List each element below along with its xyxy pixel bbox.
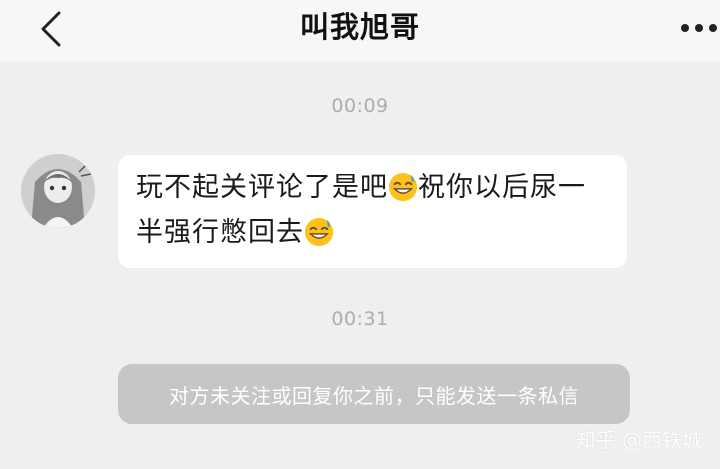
watermark: 知乎 @西铁城 xyxy=(575,428,702,452)
grinning-sweat-emoji-icon xyxy=(388,172,418,202)
system-notice: 对方未关注或回复你之前，只能发送一条私信 xyxy=(118,364,630,424)
more-button[interactable] xyxy=(672,8,720,48)
page-title: 叫我旭哥 xyxy=(299,10,420,44)
timestamp: 00:09 xyxy=(331,95,389,117)
grinning-sweat-emoji-icon xyxy=(304,217,334,247)
timestamp: 00:31 xyxy=(331,308,389,330)
more-dots-icon xyxy=(681,24,717,32)
anime-girl-avatar xyxy=(21,154,95,228)
avatar[interactable] xyxy=(21,154,95,228)
message-bubble[interactable]: 玩不起关评论了是吧 祝你以后尿一半强行憋回去 xyxy=(118,155,627,268)
notice-text: 对方未关注或回复你之前，只能发送一条私信 xyxy=(169,383,579,408)
message-text-part: 玩不起关评论了是吧 xyxy=(136,172,388,203)
message-text: 玩不起关评论了是吧 祝你以后尿一半强行憋回去 xyxy=(136,165,613,255)
top-bar: 叫我旭哥 xyxy=(0,0,720,62)
